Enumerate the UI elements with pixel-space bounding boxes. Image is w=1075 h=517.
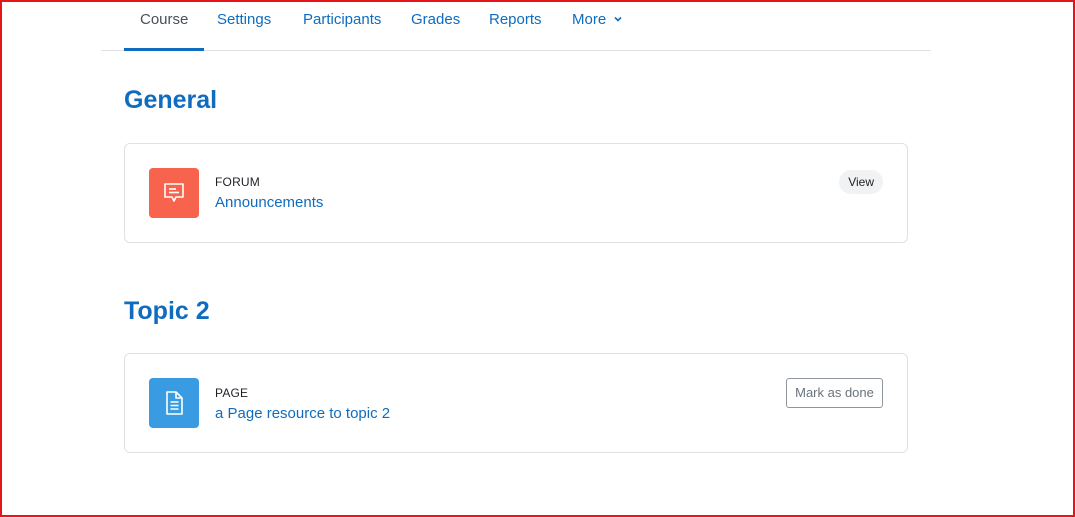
activity-type: PAGE [215,386,249,400]
page-icon[interactable] [149,378,199,428]
activity-card-page: PAGE a Page resource to topic 2 Mark as … [124,353,908,453]
tab-settings[interactable]: Settings [201,0,287,51]
activity-link-announcements[interactable]: Announcements [215,194,323,211]
view-badge: View [839,170,883,194]
tab-participants[interactable]: Participants [287,0,397,51]
section-title-general: General [124,86,218,114]
section-title-topic-2: Topic 2 [124,297,210,325]
tab-label: Participants [303,11,382,28]
tab-label: More [572,11,607,28]
tab-label: Settings [217,11,272,28]
tab-label: Grades [411,11,461,28]
mark-as-done-button[interactable]: Mark as done [786,378,883,408]
activity-link-page-resource[interactable]: a Page resource to topic 2 [215,405,390,422]
activity-type: FORUM [215,175,260,189]
activity-card-forum: FORUM Announcements View [124,143,908,243]
chevron-down-icon [614,16,622,22]
course-secondary-nav: Course Settings Participants Grades Repo… [101,0,931,51]
tab-label: Course [140,11,189,28]
tab-more[interactable]: More [556,0,638,51]
tab-course[interactable]: Course [124,0,205,51]
tab-label: Reports [489,11,542,28]
forum-icon[interactable] [149,168,199,218]
tab-grades[interactable]: Grades [395,0,476,51]
tab-reports[interactable]: Reports [473,0,558,51]
